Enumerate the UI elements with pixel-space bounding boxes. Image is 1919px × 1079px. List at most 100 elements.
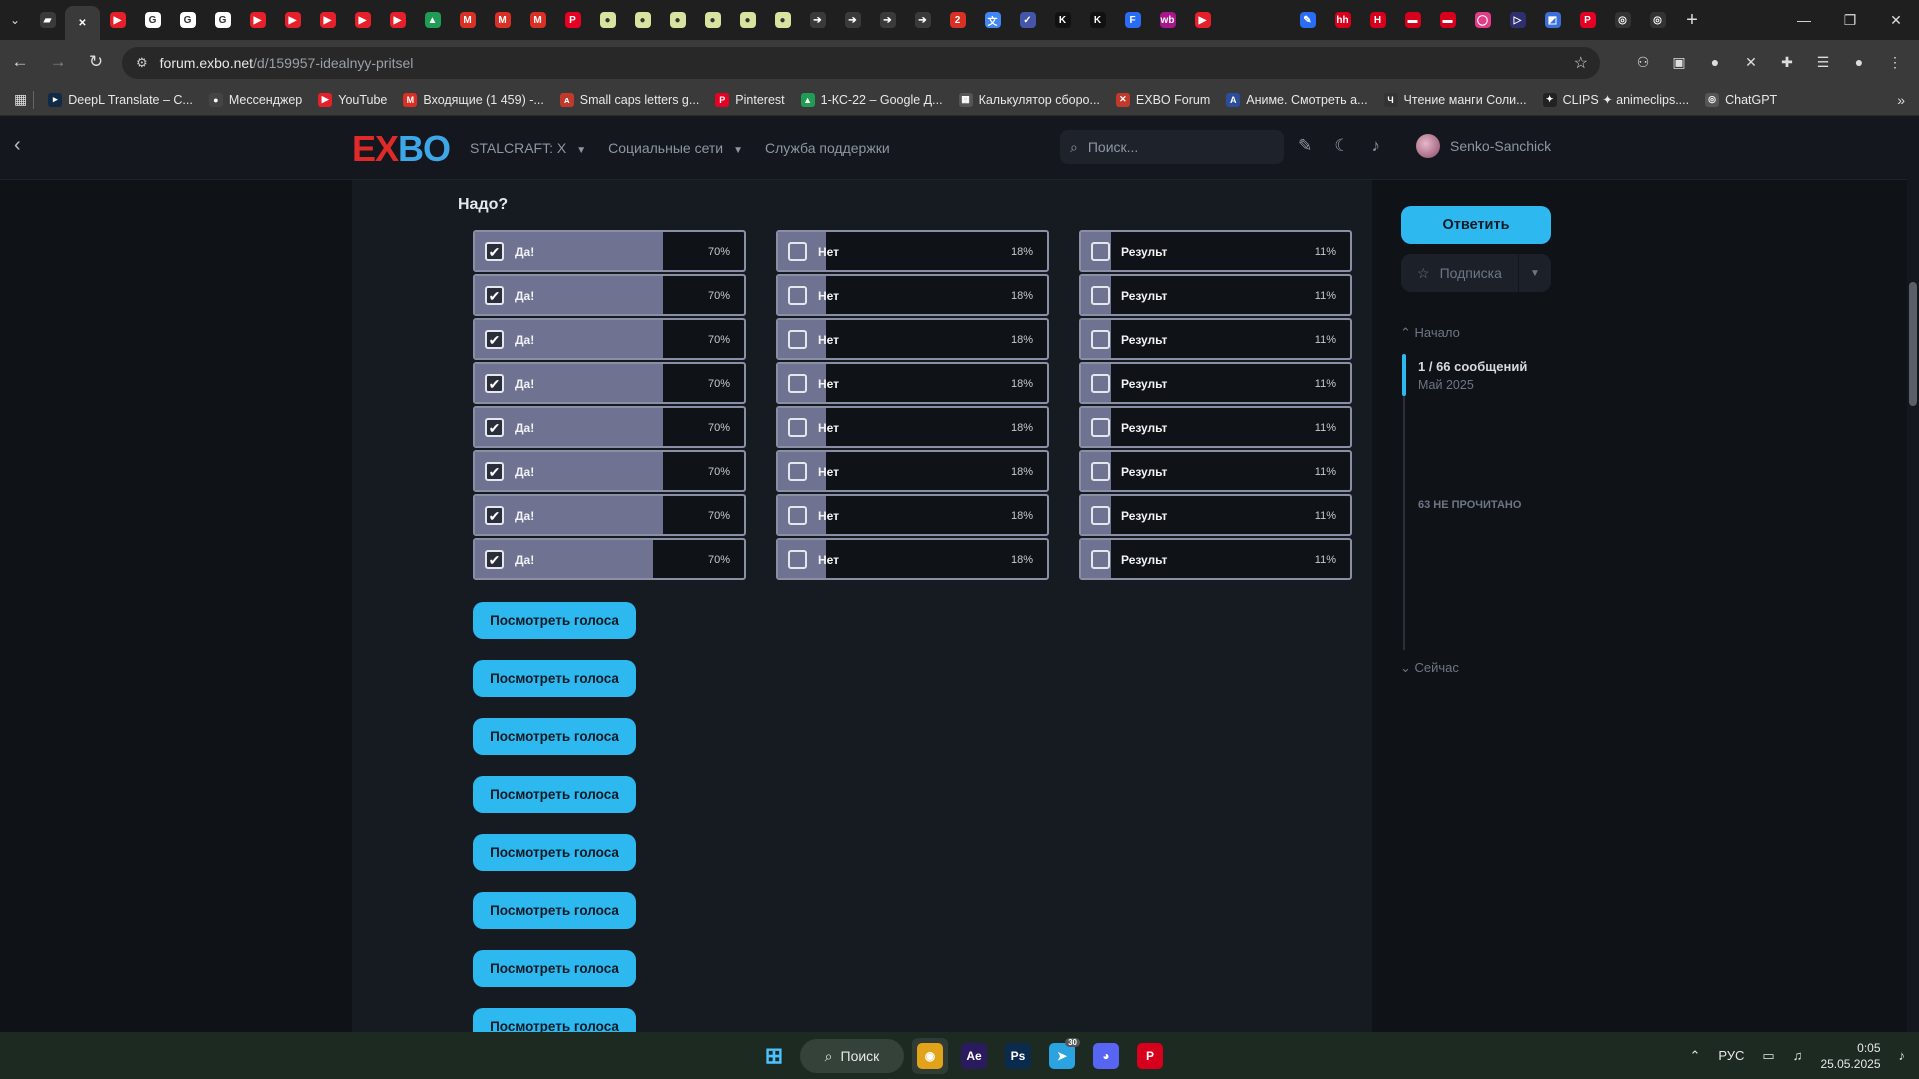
address-bar[interactable]: ⚙ forum.exbo.net/d/159957-idealnyy-prits… bbox=[122, 47, 1600, 79]
bookmark-item[interactable]: ᴀ Small caps letters g... bbox=[559, 92, 699, 107]
restore-icon[interactable]: ❐ bbox=[1827, 0, 1873, 40]
checkbox-icon[interactable] bbox=[788, 330, 807, 349]
browser-tab[interactable]: ➔ bbox=[905, 4, 940, 36]
close-window-icon[interactable]: ✕ bbox=[1873, 0, 1919, 40]
poll-option[interactable]: Результ 11% bbox=[1079, 538, 1352, 580]
poll-option[interactable]: Нет 18% bbox=[776, 450, 1049, 492]
bookmark-star-icon[interactable]: ☆ bbox=[1574, 53, 1588, 73]
browser-tab[interactable]: H bbox=[1360, 4, 1395, 36]
profile-avatar-icon[interactable]: ● bbox=[1843, 44, 1875, 80]
extension-icon[interactable]: ✕ bbox=[1735, 44, 1767, 80]
browser-tab[interactable] bbox=[1255, 4, 1290, 36]
windows-start-icon[interactable]: ⊞ bbox=[756, 1038, 792, 1074]
pointer-app-icon[interactable]: P bbox=[1132, 1038, 1168, 1074]
browser-tab[interactable]: ▶ bbox=[100, 4, 135, 36]
back-arrow-icon[interactable]: ‹ bbox=[14, 134, 21, 157]
poll-option[interactable]: ✔ Да! 70% bbox=[473, 230, 746, 272]
subscribe-main[interactable]: ☆ Подписка bbox=[1401, 254, 1519, 292]
after-effects-icon[interactable]: Ae bbox=[956, 1038, 992, 1074]
checkbox-checked-icon[interactable]: ✔ bbox=[485, 286, 504, 305]
checkbox-icon[interactable] bbox=[1091, 242, 1110, 261]
notification-icon[interactable]: ♪ bbox=[1899, 1048, 1906, 1063]
browser-tab[interactable]: 2 bbox=[940, 4, 975, 36]
checkbox-icon[interactable] bbox=[1091, 550, 1110, 569]
poll-option[interactable]: ✔ Да! 70% bbox=[473, 494, 746, 536]
view-votes-button[interactable]: Посмотреть голоса bbox=[473, 776, 636, 813]
exbo-logo[interactable]: EXBO bbox=[352, 128, 451, 170]
browser-tab[interactable]: ▶ bbox=[275, 4, 310, 36]
back-icon[interactable]: ← bbox=[2, 44, 38, 80]
browser-tab[interactable]: ▶ bbox=[310, 4, 345, 36]
menu-icon[interactable]: ⋮ bbox=[1879, 44, 1911, 80]
bookmark-item[interactable]: M Входящие (1 459) -... bbox=[403, 92, 544, 107]
browser-tab[interactable]: ▰ bbox=[30, 4, 65, 36]
checkbox-checked-icon[interactable]: ✔ bbox=[485, 550, 504, 569]
browser-tab[interactable]: ✕ bbox=[65, 6, 100, 40]
checkbox-checked-icon[interactable]: ✔ bbox=[485, 506, 504, 525]
telegram-icon[interactable]: ➤ 30 bbox=[1044, 1038, 1080, 1074]
checkbox-icon[interactable] bbox=[1091, 374, 1110, 393]
scrubber-handle[interactable] bbox=[1402, 354, 1406, 396]
language-indicator[interactable]: РУС bbox=[1718, 1048, 1744, 1063]
browser-tab[interactable]: G bbox=[170, 4, 205, 36]
reading-list-icon[interactable]: ☰ bbox=[1807, 44, 1839, 80]
poll-option[interactable]: ✔ Да! 70% bbox=[473, 450, 746, 492]
browser-tab[interactable]: ▬ bbox=[1430, 4, 1465, 36]
extension-badge-icon[interactable]: ● bbox=[1699, 44, 1731, 80]
nav-social[interactable]: Социальные сети ▼ bbox=[608, 140, 743, 156]
view-votes-button[interactable]: Посмотреть голоса bbox=[473, 892, 636, 929]
browser-tab[interactable]: hh bbox=[1325, 4, 1360, 36]
view-votes-button[interactable]: Посмотреть голоса bbox=[473, 834, 636, 871]
user-menu[interactable]: Senko-Sanchick bbox=[1416, 134, 1551, 158]
notifications-bell-icon[interactable]: ♪ bbox=[1372, 136, 1381, 156]
checkbox-icon[interactable] bbox=[788, 286, 807, 305]
search-input[interactable]: ⌕ Поиск... bbox=[1060, 130, 1284, 164]
checkbox-icon[interactable] bbox=[1091, 462, 1110, 481]
browser-tab[interactable]: ▶ bbox=[380, 4, 415, 36]
compose-icon[interactable]: ✎ bbox=[1298, 136, 1312, 156]
extension-icon[interactable]: ▣ bbox=[1663, 44, 1695, 80]
browser-tab[interactable]: ▬ bbox=[1395, 4, 1430, 36]
reply-button[interactable]: Ответить bbox=[1401, 206, 1551, 244]
checkbox-icon[interactable] bbox=[788, 550, 807, 569]
browser-tab[interactable]: ✎ bbox=[1290, 4, 1325, 36]
url-text[interactable]: forum.exbo.net/d/159957-idealnyy-pritsel bbox=[160, 55, 414, 71]
forward-icon[interactable]: → bbox=[40, 44, 76, 80]
browser-tab[interactable]: ● bbox=[590, 4, 625, 36]
browser-tab[interactable]: ➔ bbox=[800, 4, 835, 36]
subscribe-button[interactable]: ☆ Подписка ▼ bbox=[1401, 254, 1551, 292]
browser-tab[interactable]: M bbox=[520, 4, 555, 36]
browser-tab[interactable]: ● bbox=[730, 4, 765, 36]
photoshop-icon[interactable]: Ps bbox=[1000, 1038, 1036, 1074]
browser-tab[interactable]: G bbox=[135, 4, 170, 36]
poll-option[interactable]: Нет 18% bbox=[776, 538, 1049, 580]
poll-option[interactable]: ✔ Да! 70% bbox=[473, 538, 746, 580]
profile-switch-icon[interactable]: ⚇ bbox=[1627, 44, 1659, 80]
tray-overflow-icon[interactable]: ⌃ bbox=[1689, 1048, 1700, 1064]
poll-option[interactable]: Результ 11% bbox=[1079, 318, 1352, 360]
checkbox-icon[interactable] bbox=[1091, 418, 1110, 437]
poll-option[interactable]: Нет 18% bbox=[776, 318, 1049, 360]
poll-option[interactable]: Нет 18% bbox=[776, 230, 1049, 272]
browser-tab[interactable]: P bbox=[555, 4, 590, 36]
minimize-icon[interactable]: — bbox=[1781, 0, 1827, 40]
browser-tab[interactable]: ▷ bbox=[1500, 4, 1535, 36]
browser-tab[interactable]: ◎ bbox=[1605, 4, 1640, 36]
checkbox-icon[interactable] bbox=[1091, 286, 1110, 305]
browser-tab[interactable]: wb bbox=[1150, 4, 1185, 36]
bookmark-item[interactable]: ◎ ChatGPT bbox=[1705, 92, 1777, 107]
discord-icon[interactable]: ◕ bbox=[1088, 1038, 1124, 1074]
checkbox-icon[interactable] bbox=[788, 506, 807, 525]
checkbox-icon[interactable] bbox=[788, 374, 807, 393]
bookmark-item[interactable]: ✕ EXBO Forum bbox=[1115, 92, 1210, 107]
checkbox-checked-icon[interactable]: ✔ bbox=[485, 374, 504, 393]
scrollbar-thumb[interactable] bbox=[1909, 282, 1917, 406]
subscribe-dropdown-icon[interactable]: ▼ bbox=[1519, 268, 1551, 279]
taskbar-search[interactable]: ⌕ Поиск bbox=[800, 1039, 904, 1073]
browser-tab[interactable]: ▶ bbox=[240, 4, 275, 36]
bookmark-item[interactable]: ▦ Калькулятор сборо... bbox=[958, 92, 1100, 107]
browser-tab[interactable]: ● bbox=[660, 4, 695, 36]
poll-option[interactable]: Нет 18% bbox=[776, 406, 1049, 448]
checkbox-icon[interactable] bbox=[788, 242, 807, 261]
dark-mode-icon[interactable]: ☾ bbox=[1334, 136, 1349, 156]
